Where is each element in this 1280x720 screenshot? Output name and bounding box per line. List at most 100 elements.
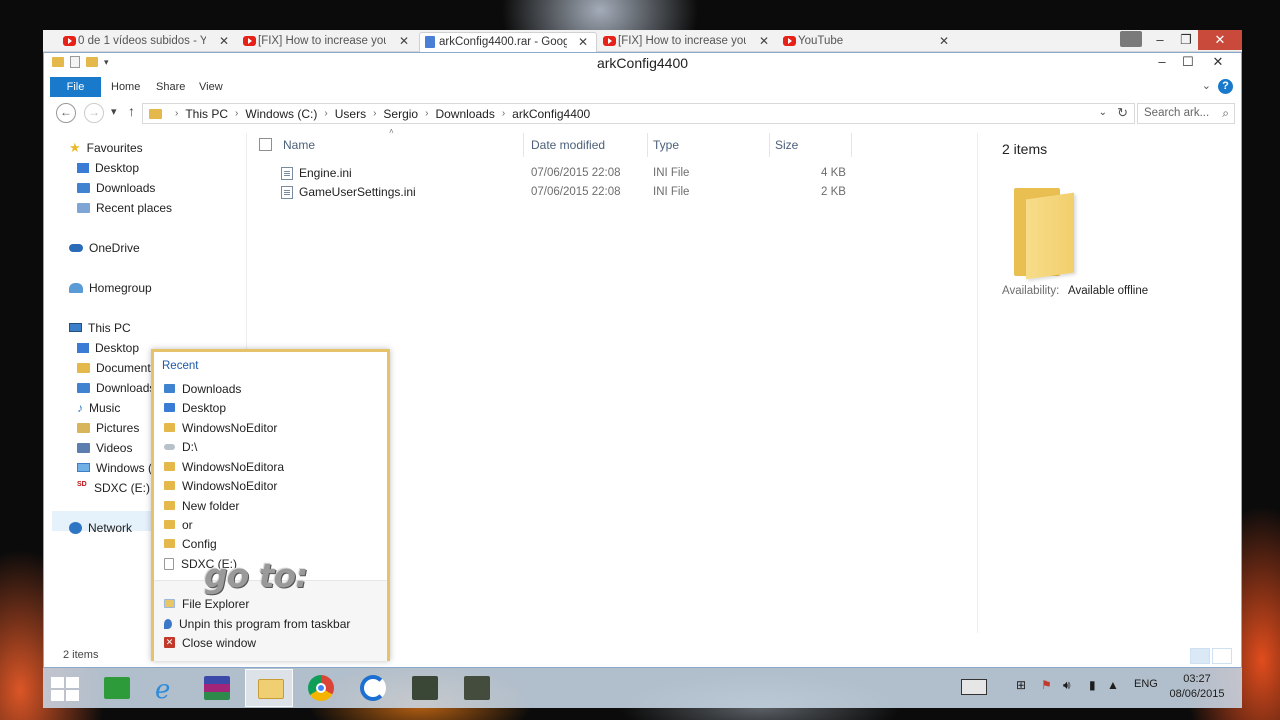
volume-icon[interactable]: 🔊︎ [1063,678,1071,693]
jumplist-item[interactable]: Downloads [164,380,241,399]
tab-file[interactable]: File [50,77,101,97]
close-icon[interactable]: ✕ [1204,53,1232,73]
refresh-icon[interactable]: ↻ [1117,105,1128,121]
touch-keyboard-icon[interactable] [961,679,987,695]
taskbar-winrar[interactable] [193,669,241,707]
close-tab-icon[interactable]: ✕ [578,33,588,52]
column-size[interactable]: Size [775,133,798,157]
start-button[interactable] [43,669,91,707]
breadcrumb-downloads[interactable]: Downloads [435,107,494,121]
close-tab-icon[interactable]: ✕ [399,32,409,51]
action-center-icon[interactable]: ⊞ [1016,678,1026,692]
nav-pc-downloads[interactable]: Downloads [77,379,155,397]
select-all-checkbox[interactable] [259,138,272,151]
browser-tab[interactable]: [FIX] How to increase you ✕ [599,32,777,52]
jumplist-item[interactable]: WindowsNoEditor [164,477,277,496]
jumplist-item[interactable]: or [164,516,193,535]
clock[interactable]: 03:27 08/06/2015 [1157,672,1237,702]
jumplist-close-window[interactable]: ✕ Close window [164,634,256,653]
taskbar-store[interactable] [93,669,141,707]
breadcrumb-users[interactable]: Users [335,107,366,121]
column-divider[interactable] [851,133,852,157]
back-button[interactable]: ← [56,103,76,123]
user-icon[interactable] [1120,31,1142,47]
maximize-icon[interactable]: ☐ [1174,53,1202,73]
nav-pc-desktop[interactable]: Desktop [77,339,139,357]
taskbar-app[interactable] [401,669,449,707]
column-type[interactable]: Type [653,133,679,157]
jumplist-item[interactable]: D:\ [164,438,197,457]
jumplist-item[interactable]: New folder [164,497,239,516]
network-signal-icon[interactable]: ▲ [1107,678,1119,692]
recent-locations-icon[interactable]: ▾ [111,105,117,118]
search-input[interactable]: Search ark... ⌕ [1137,103,1235,124]
jumplist-item[interactable]: Config [164,535,217,554]
large-icons-view-icon[interactable] [1212,648,1232,664]
taskbar-internet-explorer[interactable]: e [143,669,191,707]
language-indicator[interactable]: ENG [1134,678,1158,690]
nav-recent-places[interactable]: Recent places [77,199,172,217]
chevron-right-icon[interactable]: › [502,108,505,119]
column-divider[interactable] [769,133,770,157]
taskbar-app-2[interactable] [453,669,501,707]
browser-tab[interactable]: 0 de 1 vídeos subidos - Yo ✕ [59,32,237,52]
jumplist-file-explorer[interactable]: File Explorer [164,595,249,614]
chevron-right-icon[interactable]: › [175,108,178,119]
browser-tab-active[interactable]: arkConfig4400.rar - Googl ✕ [419,32,597,52]
address-dropdown-icon[interactable]: ⌄ [1099,107,1107,118]
close-tab-icon[interactable]: ✕ [759,32,769,51]
address-bar[interactable]: › This PC › Windows (C:) › Users › Sergi… [142,103,1135,124]
battery-icon[interactable]: ▮ [1089,678,1096,692]
minimize-icon[interactable]: – [1148,53,1176,73]
tab-share[interactable]: Share [156,77,185,97]
restore-icon[interactable]: ❐ [1172,30,1200,50]
nav-downloads[interactable]: Downloads [77,179,155,197]
column-name[interactable]: Name [283,133,315,157]
nav-homegroup[interactable]: Homegroup [69,279,152,297]
column-date[interactable]: Date modified [531,133,605,157]
expand-ribbon-icon[interactable]: ⌄ [1202,79,1211,92]
breadcrumb-windows-c[interactable]: Windows (C:) [245,107,317,121]
close-icon[interactable]: ✕ [1198,30,1242,50]
nav-onedrive[interactable]: OneDrive [69,239,140,257]
help-icon[interactable]: ? [1218,79,1233,94]
file-row[interactable]: Engine.ini 07/06/2015 22:08 INI File 4 K… [277,164,867,183]
jumplist-item[interactable]: WindowsNoEditor [164,419,277,438]
nav-network[interactable]: Network [69,519,132,537]
up-arrow-icon[interactable]: ↑ [128,103,135,119]
nav-favourites[interactable]: ★ Favourites [69,139,143,157]
flag-icon[interactable]: ⚑ [1041,678,1052,692]
column-divider[interactable] [523,133,524,157]
chevron-right-icon[interactable]: › [425,108,428,119]
taskbar-file-explorer[interactable] [245,669,293,707]
chevron-right-icon[interactable]: › [324,108,327,119]
column-divider[interactable] [647,133,648,157]
browser-tab[interactable]: [FIX] How to increase you ✕ [239,32,417,52]
close-tab-icon[interactable]: ✕ [219,32,229,51]
nav-pc-documents[interactable]: Documents [77,359,157,377]
jumplist-item[interactable]: Desktop [164,399,226,418]
browser-tab[interactable]: YouTube ✕ [779,32,957,52]
details-view-icon[interactable] [1190,648,1210,664]
breadcrumb-this-pc[interactable]: This PC [185,107,228,121]
tab-view[interactable]: View [199,77,223,97]
breadcrumb-sergio[interactable]: Sergio [383,107,418,121]
taskbar-ccleaner[interactable] [349,669,397,707]
file-row[interactable]: GameUserSettings.ini 07/06/2015 22:08 IN… [277,183,867,202]
breadcrumb-arkconfig[interactable]: arkConfig4400 [512,107,590,121]
jumplist-item[interactable]: WindowsNoEditora [164,458,284,477]
nav-pc-videos[interactable]: Videos [77,439,132,457]
forward-button[interactable]: → [84,103,104,123]
nav-sdxc-e[interactable]: SD SDXC (E:) [77,479,150,497]
nav-pc-music[interactable]: ♪ Music [77,399,120,417]
jumplist-unpin[interactable]: Unpin this program from taskbar [164,615,350,634]
chevron-right-icon[interactable]: › [373,108,376,119]
nav-pc-pictures[interactable]: Pictures [77,419,139,437]
chevron-right-icon[interactable]: › [235,108,238,119]
taskbar-chrome[interactable] [297,669,345,707]
nav-desktop[interactable]: Desktop [77,159,139,177]
nav-this-pc[interactable]: This PC [69,319,131,337]
close-tab-icon[interactable]: ✕ [939,32,949,51]
minimize-icon[interactable]: – [1146,30,1174,50]
tab-home[interactable]: Home [111,77,140,97]
